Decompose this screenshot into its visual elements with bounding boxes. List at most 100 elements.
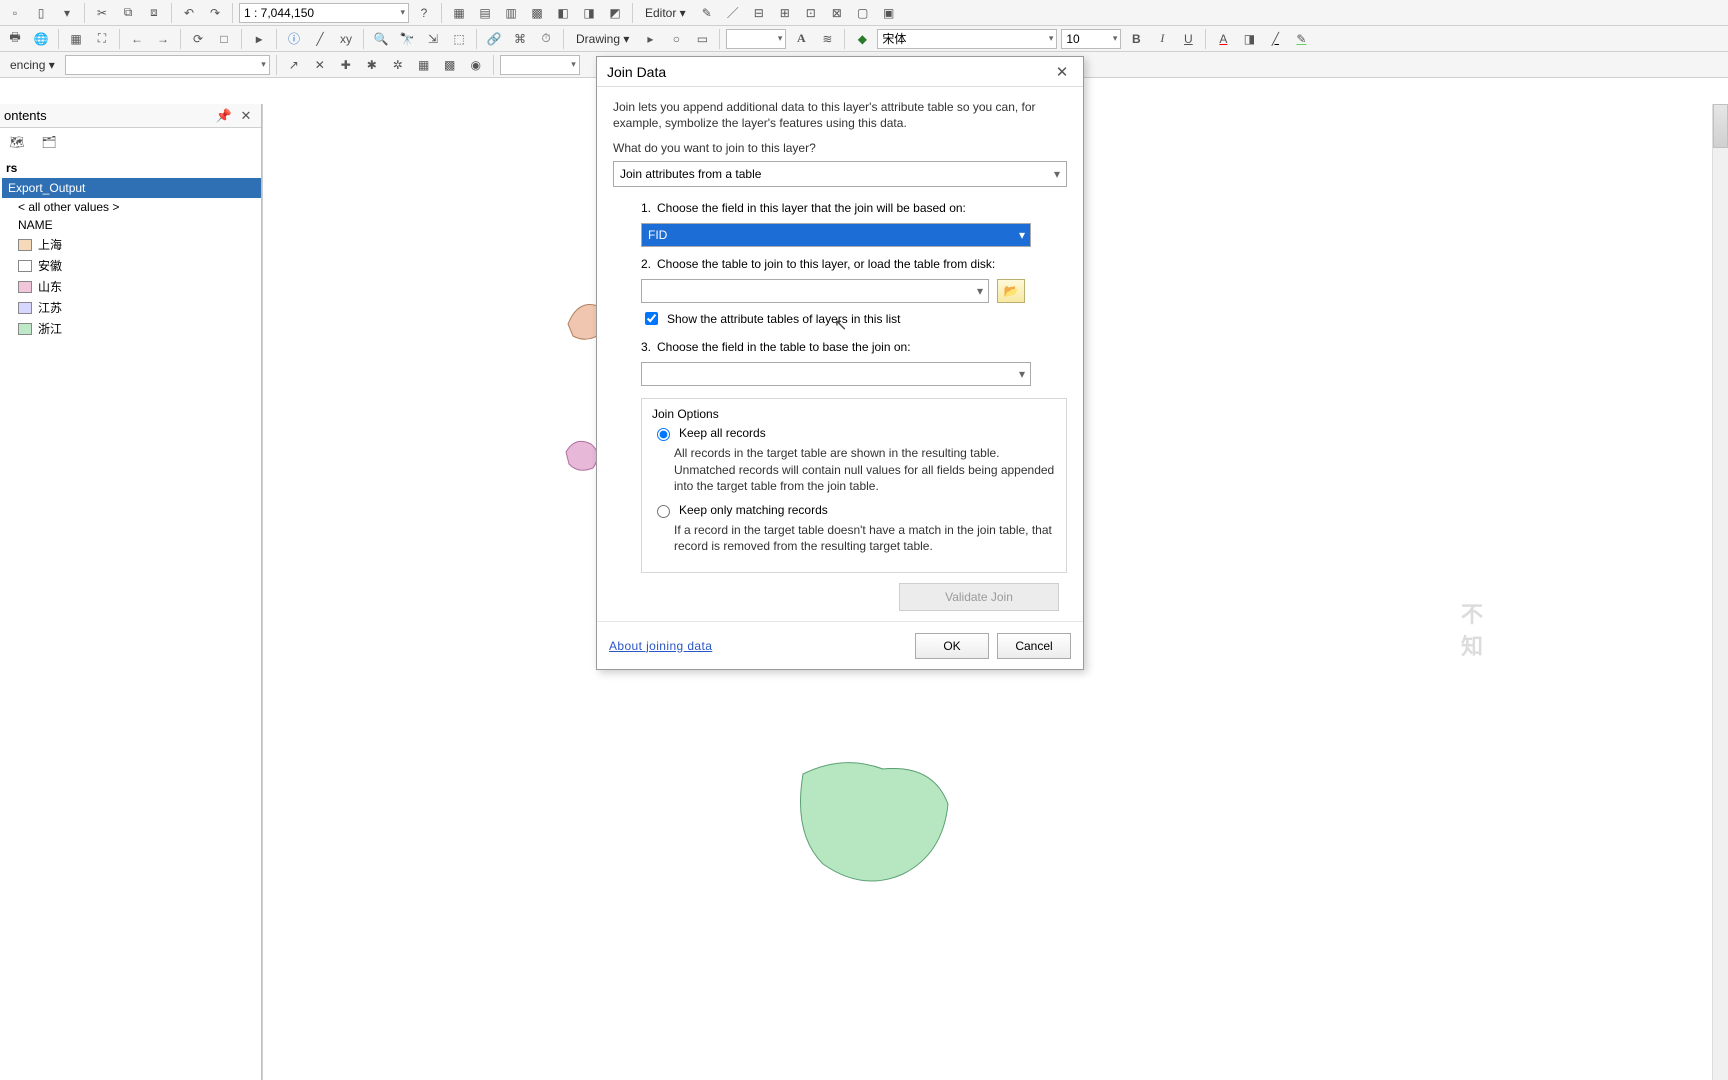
georef7-icon[interactable]: ▩ [439,54,461,76]
raster-combo[interactable] [65,55,270,75]
globe-icon[interactable]: 🌐 [30,28,52,50]
list-by-drawing-icon[interactable]: 🗺 [6,131,28,153]
list-item[interactable]: 上海 [0,234,261,255]
close-panel-icon[interactable]: ✕ [235,105,257,127]
tb-tool3-icon[interactable]: ▥ [500,2,522,24]
tb-edit1-icon[interactable]: ✎ [696,2,718,24]
tb-tool2-icon[interactable]: ▤ [474,2,496,24]
tb-redo-icon[interactable]: ↷ [204,2,226,24]
tb-undo-icon[interactable]: ↶ [178,2,200,24]
zoom-fit-icon[interactable]: ▦ [65,28,87,50]
bold-icon[interactable]: B [1125,28,1147,50]
fill-color-icon[interactable]: ◨ [1238,28,1260,50]
cancel-button[interactable]: Cancel [997,633,1071,659]
draw-pointer-icon[interactable]: ▸ [639,28,661,50]
pin-icon[interactable]: 📌 [213,105,235,127]
hyperlink-icon[interactable]: 🔗 [483,28,505,50]
time-icon[interactable]: ⏱ [535,28,557,50]
back-arrow-icon[interactable]: ← [126,28,148,50]
select-icon[interactable]: ⬚ [448,28,470,50]
tb-tool1-icon[interactable]: ▦ [448,2,470,24]
step1-field-select[interactable]: FID [641,223,1031,247]
tb-edit8-icon[interactable]: ▣ [878,2,900,24]
forward-arrow-icon[interactable]: → [152,28,174,50]
name-field[interactable]: NAME [0,216,261,234]
ruler-icon[interactable]: ╱ [309,28,331,50]
close-icon[interactable]: ✕ [1051,61,1073,83]
tb-tool5-icon[interactable]: ◧ [552,2,574,24]
xy-icon[interactable]: xy [335,28,357,50]
html-icon[interactable]: ⌘ [509,28,531,50]
tb-open-icon[interactable]: ▯ [30,2,52,24]
scale-combo[interactable]: 1 : 7,044,150 [239,3,409,23]
tb-tool4-icon[interactable]: ▩ [526,2,548,24]
swatch-icon[interactable]: ◆ [851,28,873,50]
step2-table-select[interactable] [641,279,989,303]
list-item[interactable]: 安徽 [0,255,261,276]
style-icon[interactable]: ≋ [816,28,838,50]
tb-save-icon[interactable]: ▾ [56,2,78,24]
all-other-values[interactable]: < all other values > [0,198,261,216]
georef4-icon[interactable]: ✱ [361,54,383,76]
vertical-scrollbar[interactable] [1712,104,1728,1080]
tb-tool7-icon[interactable]: ◩ [604,2,626,24]
text-tool-icon[interactable]: A [790,28,812,50]
find-icon[interactable]: 🔍 [370,28,392,50]
referencing-dropdown[interactable]: encing ▾ [4,58,61,72]
tb-copy-icon[interactable]: ⧉ [117,2,139,24]
tb-edit3-icon[interactable]: ⊟ [748,2,770,24]
scroll-thumb[interactable] [1713,104,1728,148]
text-combo[interactable] [500,55,580,75]
tb-tool6-icon[interactable]: ◨ [578,2,600,24]
keep-all-radio[interactable] [657,428,670,441]
georef2-icon[interactable]: ✕ [309,54,331,76]
georef8-icon[interactable]: ◉ [465,54,487,76]
tb-help-icon[interactable]: ? [413,2,435,24]
highlight-icon[interactable]: ✎ [1290,28,1312,50]
tb-edit2-icon[interactable]: ／ [722,2,744,24]
draw-circle-icon[interactable]: ○ [665,28,687,50]
ok-button[interactable]: OK [915,633,989,659]
join-method-select[interactable]: Join attributes from a table [613,161,1067,187]
layer-export-output[interactable]: Export_Output [2,178,261,198]
poly-dropdown[interactable] [726,29,786,49]
about-link[interactable]: About joining data [609,639,712,653]
stop-icon[interactable]: □ [213,28,235,50]
italic-icon[interactable]: I [1151,28,1173,50]
tb-edit4-icon[interactable]: ⊞ [774,2,796,24]
pointer-icon[interactable]: ▸ [248,28,270,50]
tb-new-icon[interactable]: ▫ [4,2,26,24]
keep-matching-radio[interactable] [657,505,670,518]
binoculars-icon[interactable]: 🔭 [396,28,418,50]
editor-dropdown[interactable]: Editor ▾ [639,6,692,20]
info-icon[interactable]: ⓘ [283,28,305,50]
tb-edit5-icon[interactable]: ⊡ [800,2,822,24]
zoom-full-icon[interactable]: ⛶ [91,28,113,50]
refresh-icon[interactable]: ⟳ [187,28,209,50]
georef3-icon[interactable]: ✚ [335,54,357,76]
drawing-dropdown[interactable]: Drawing ▾ [570,32,635,46]
dialog-titlebar[interactable]: Join Data ✕ [597,57,1083,87]
step3-field-select[interactable] [641,362,1031,386]
underline-icon[interactable]: U [1177,28,1199,50]
tb-edit7-icon[interactable]: ▢ [852,2,874,24]
list-by-source-icon[interactable]: 🗂 [38,131,60,153]
list-item[interactable]: 浙江 [0,318,261,339]
go-to-icon[interactable]: ⇲ [422,28,444,50]
show-attr-checkbox[interactable] [645,312,658,325]
font-color-icon[interactable]: A [1212,28,1234,50]
print-icon[interactable]: 🖶 [4,28,26,50]
draw-rect-icon[interactable]: ▭ [691,28,713,50]
tb-cut-icon[interactable]: ✂ [91,2,113,24]
georef1-icon[interactable]: ↗ [283,54,305,76]
tb-paste-icon[interactable]: ⧈ [143,2,165,24]
browse-button[interactable]: 📂 [997,279,1025,303]
list-item[interactable]: 山东 [0,276,261,297]
font-combo[interactable]: 宋体 [877,29,1057,49]
list-item[interactable]: 江苏 [0,297,261,318]
georef5-icon[interactable]: ✲ [387,54,409,76]
font-size-combo[interactable]: 10 [1061,29,1121,49]
georef6-icon[interactable]: ▦ [413,54,435,76]
tb-edit6-icon[interactable]: ⊠ [826,2,848,24]
line-color-icon[interactable]: ╱ [1264,28,1286,50]
